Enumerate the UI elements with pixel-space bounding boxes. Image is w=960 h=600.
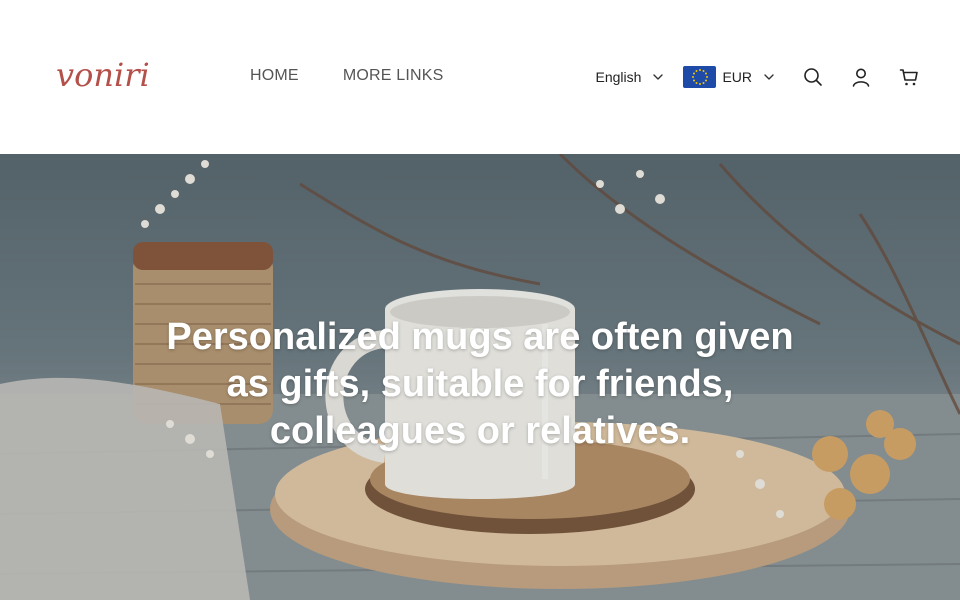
site-logo[interactable]: voniri <box>56 52 164 98</box>
language-selector[interactable]: English <box>596 69 666 85</box>
currency-label: EUR <box>722 69 752 85</box>
nav-more-links-link[interactable]: MORE LINKS <box>343 66 444 86</box>
site-header: voniri HOME MORE LINKS English EUR <box>0 0 960 154</box>
chevron-down-icon <box>653 74 664 80</box>
chevron-down-icon <box>764 74 774 80</box>
account-icon[interactable] <box>850 66 872 88</box>
language-label: English <box>595 69 642 85</box>
eu-flag-icon <box>683 66 717 88</box>
hero-banner: Personalized mugs are often given as gif… <box>0 154 960 600</box>
main-nav: HOME MORE LINKS <box>250 66 444 86</box>
search-icon[interactable] <box>802 66 824 88</box>
header-tools: English EUR <box>596 64 920 90</box>
currency-selector[interactable]: EUR <box>722 69 776 85</box>
cart-icon[interactable] <box>898 66 920 88</box>
hero-headline: Personalized mugs are often given as gif… <box>166 316 794 452</box>
nav-home-link[interactable]: HOME <box>250 66 299 86</box>
